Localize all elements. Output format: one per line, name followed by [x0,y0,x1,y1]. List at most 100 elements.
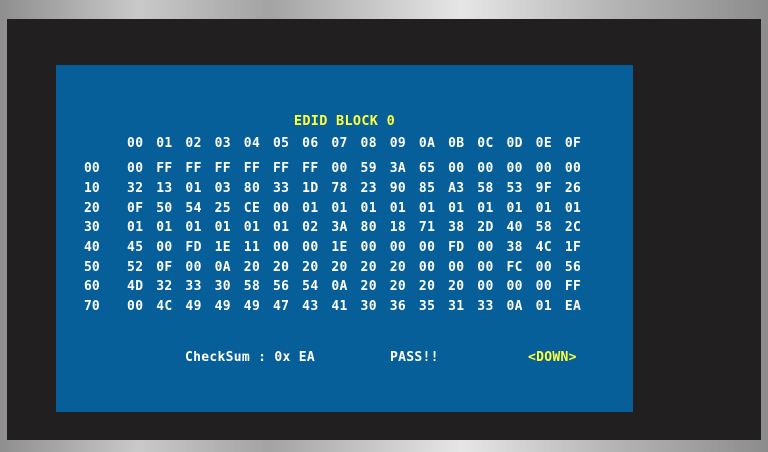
hex-byte-cell: 01 [185,181,202,197]
hex-byte-cell: 52 [127,259,144,275]
row-offset-label: 60 [84,279,100,295]
hex-byte-cell: 01 [272,220,290,236]
row-offset-label: 10 [84,181,100,197]
hex-byte-cell: 1E [214,240,232,256]
hex-byte-cell: 01 [127,220,144,236]
hex-byte-cell: 01 [448,200,465,216]
hex-byte-cell: 00 [418,259,436,275]
table-row: 70 00 4C 49 49 49 47 43 41 30 36 35 31 33 0A 01 EA [84,297,594,317]
hex-byte-cell: 01 [302,200,319,216]
hex-byte-cell: 23 [360,181,377,197]
hex-byte-cell: 00 [477,279,494,295]
row-offset-label: 70 [84,299,100,315]
hex-byte-cell: 35 [418,299,436,315]
hex-byte-cell: 01 [331,200,348,216]
hex-byte-cell: FF [272,161,290,177]
hex-byte-cell: 26 [564,181,582,197]
hex-byte-cell: 20 [302,259,319,275]
hex-byte-cell: 47 [272,299,290,315]
hex-byte-cell: 11 [243,240,261,256]
hex-byte-cell: 25 [214,200,232,216]
column-header: 0A [418,136,436,151]
table-row: 40 45 00 FD 1E 11 00 00 1E 00 00 00 FD 00 38 4C 1F [84,238,594,258]
hex-byte-cell: 20 [389,279,407,295]
hex-byte-cell: 01 [535,200,553,216]
column-header: 03 [214,136,232,151]
hex-byte-cell: 00 [535,279,553,295]
down-nav-button[interactable]: <DOWN> [528,350,577,365]
hex-byte-cell: 53 [506,181,523,197]
hex-byte-cell: 56 [272,279,290,295]
hex-byte-cell: EA [564,299,582,315]
row-offset-label: 30 [84,220,100,236]
hex-byte-cell: 32 [127,181,144,197]
hex-byte-cell: 00 [418,240,436,256]
hex-byte-cell: 2C [564,220,582,236]
hex-byte-cell: FF [243,161,261,177]
hex-byte-cell: 00 [506,161,523,177]
hex-byte-cell: 20 [448,279,465,295]
table-row: 10 32 13 01 03 80 33 1D 78 23 90 85 A3 58 53 9F 26 [84,179,594,199]
hex-byte-cell: 80 [243,181,261,197]
hex-byte-cell: 41 [331,299,348,315]
hex-byte-cell: 80 [360,220,377,236]
column-header: 00 [127,136,144,151]
table-row: 20 0F 50 54 25 CE 00 01 01 01 01 01 01 01 01 01 01 [84,198,594,218]
hex-byte-cell: FD [448,240,465,256]
hex-byte-cell: 30 [214,279,232,295]
hex-byte-cell: 01 [477,200,494,216]
column-header: 07 [331,136,348,151]
hex-byte-cell: 3A [389,161,407,177]
hex-byte-cell: 00 [360,240,377,256]
hex-byte-cell: 01 [418,200,436,216]
hex-byte-cell: 4C [156,299,173,315]
table-row: 00 00 FF FF FF FF FF FF 00 59 3A 65 00 00 00 00 00 [84,159,594,179]
hex-byte-cell: 01 [506,200,523,216]
column-header: 0F [564,136,582,151]
hex-byte-cell: 58 [243,279,261,295]
hex-byte-cell: 00 [448,259,465,275]
hex-byte-cell: FC [506,259,523,275]
hex-byte-cell: 1F [564,240,582,256]
row-offset-label: 20 [84,200,100,216]
hex-byte-cell: 01 [389,200,407,216]
hex-byte-cell: 00 [448,161,465,177]
hex-byte-cell: 00 [127,161,144,177]
hex-byte-cell: FF [185,161,202,177]
edid-panel: EDID BLOCK 0 00 01 02 03 04 05 06 07 08 09 0A 0B 0C 0… [56,65,633,412]
hex-byte-cell: 58 [477,181,494,197]
hex-byte-cell: 71 [418,220,436,236]
hex-byte-cell: 00 [185,259,202,275]
column-header: 04 [243,136,261,151]
checksum-text: CheckSum : 0x EA [185,350,316,365]
column-header: 0E [535,136,553,151]
hex-byte-cell: 2D [477,220,494,236]
row-offset-label: 50 [84,259,100,275]
column-header: 09 [389,136,407,151]
hex-byte-cell: 01 [214,220,232,236]
hex-byte-cell: 4C [535,240,553,256]
hex-byte-cell: CE [243,200,261,216]
hex-byte-cell: 50 [156,200,173,216]
hex-byte-cell: 33 [185,279,202,295]
hex-byte-cell: 32 [156,279,173,295]
hex-byte-cell: 01 [185,220,202,236]
column-header: 08 [360,136,377,151]
hex-byte-cell: 00 [506,279,523,295]
hex-byte-cell: 54 [302,279,319,295]
hex-byte-cell: 02 [302,220,319,236]
hex-byte-cell: 4D [127,279,144,295]
hex-byte-cell: 20 [389,259,407,275]
hex-byte-cell: 31 [448,299,465,315]
hex-byte-cell: 01 [564,200,582,216]
hex-byte-cell: 85 [418,181,436,197]
hex-byte-cell: 20 [360,279,377,295]
column-header: 06 [302,136,319,151]
column-header: 0D [506,136,523,151]
hex-byte-cell: 20 [418,279,436,295]
hex-byte-cell: FF [156,161,173,177]
monitor-screen: EDID BLOCK 0 00 01 02 03 04 05 06 07 08 09 0A 0B 0C 0… [7,19,761,440]
hex-byte-cell: 1D [302,181,319,197]
hex-byte-cell: FF [302,161,319,177]
hex-byte-cell: 36 [389,299,407,315]
